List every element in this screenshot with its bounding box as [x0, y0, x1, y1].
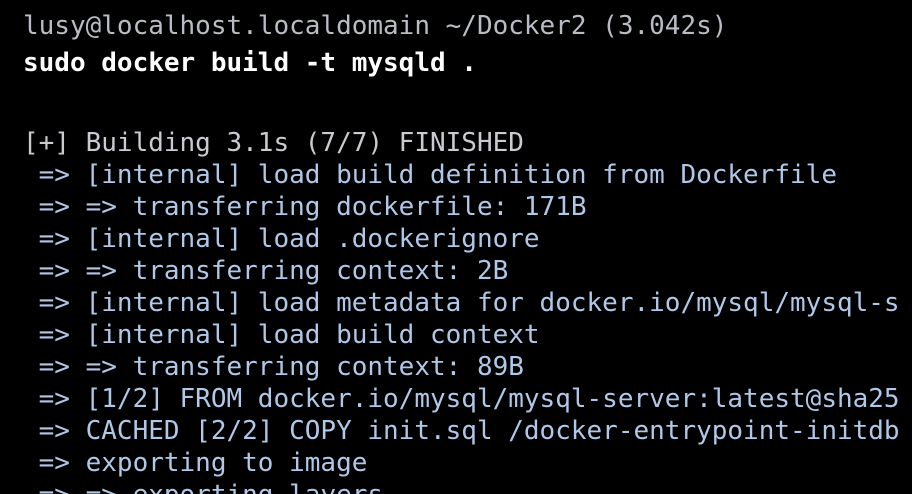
build-status-header: [+] Building 3.1s (7/7) FINISHED — [23, 128, 524, 158]
prompt-line: lusy@localhost.localdomain ~/Docker2 (3.… — [23, 11, 728, 41]
terminal-window[interactable]: lusy@localhost.localdomain ~/Docker2 (3.… — [0, 0, 912, 494]
output-line: => [internal] load build definition from… — [23, 160, 837, 190]
output-line: => => transferring context: 89B — [23, 352, 524, 382]
output-line: => exporting to image — [23, 448, 368, 478]
output-line: => [internal] load metadata for docker.i… — [23, 288, 900, 318]
output-line: => => exporting layers — [23, 479, 383, 494]
command-line: sudo docker build -t mysqld . — [23, 48, 477, 78]
output-line: => [internal] load build context — [23, 320, 540, 350]
output-line: => => transferring dockerfile: 171B — [23, 192, 587, 222]
output-line: => [internal] load .dockerignore — [23, 224, 540, 254]
output-line: => CACHED [2/2] COPY init.sql /docker-en… — [23, 416, 900, 446]
output-line: => [1/2] FROM docker.io/mysql/mysql-serv… — [23, 384, 900, 414]
output-line: => => transferring context: 2B — [23, 256, 509, 286]
